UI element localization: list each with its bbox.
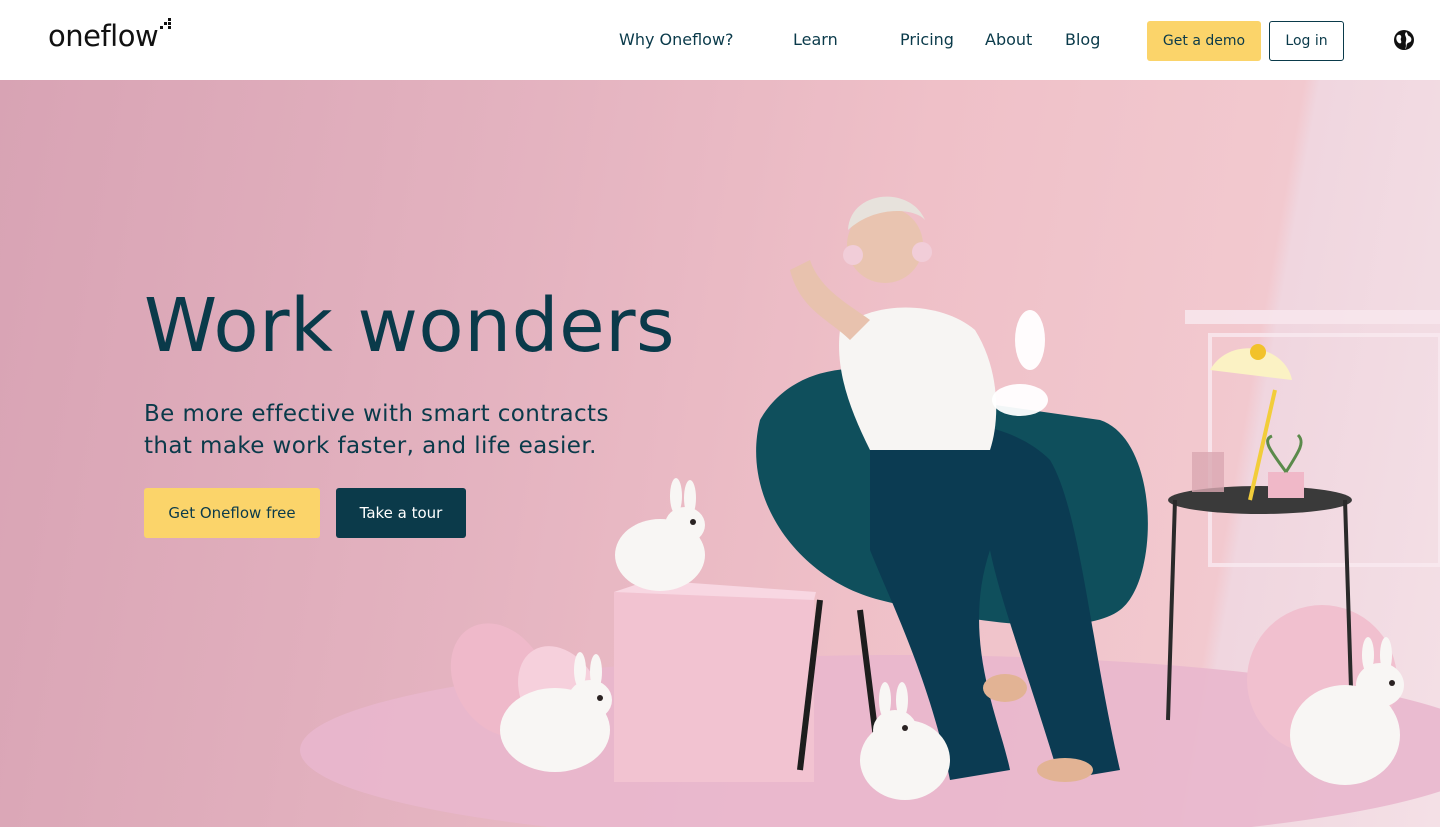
hero-subtitle: Be more effective with smart contracts t… — [144, 401, 609, 459]
top-navigation: oneflow Why Oneflow? Learn Pricing About… — [0, 0, 1440, 80]
nav-pricing[interactable]: Pricing — [900, 29, 954, 51]
take-a-tour-button[interactable]: Take a tour — [336, 488, 466, 538]
logo-wordmark: oneflow — [48, 19, 159, 53]
nav-about[interactable]: About — [985, 29, 1032, 51]
nav-learn[interactable]: Learn — [793, 29, 838, 51]
nav-blog[interactable]: Blog — [1065, 29, 1100, 51]
hero-title: Work wonders — [144, 283, 676, 369]
nav-why-oneflow[interactable]: Why Oneflow? — [619, 29, 734, 51]
globe-icon[interactable] — [1393, 29, 1415, 51]
log-in-button[interactable]: Log in — [1269, 21, 1344, 61]
oneflow-logo[interactable]: oneflow — [48, 18, 172, 54]
get-a-demo-button[interactable]: Get a demo — [1147, 21, 1261, 61]
get-oneflow-free-button[interactable]: Get Oneflow free — [144, 488, 320, 538]
hero-section: Work wonders Be more effective with smar… — [0, 80, 1440, 827]
pixel-dots-icon — [159, 18, 172, 30]
